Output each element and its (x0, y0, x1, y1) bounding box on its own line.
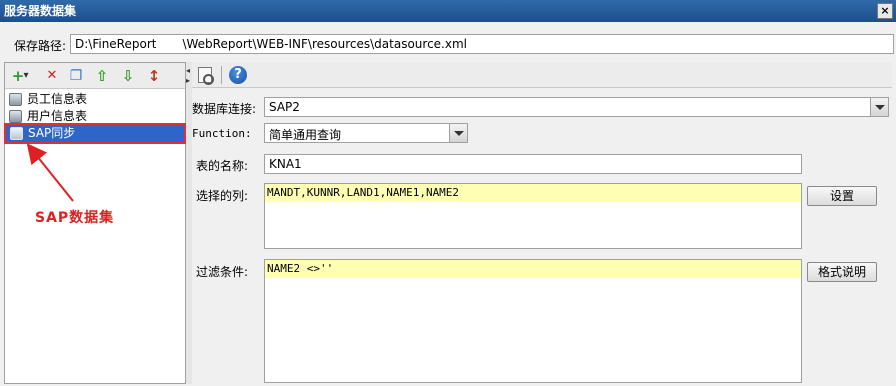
server-dataset-window: 服务器数据集 × 保存路径: D:\FineReport \WebReport\W… (0, 0, 896, 386)
dataset-icon (9, 93, 22, 106)
tree-item-employee-info[interactable]: 员工信息表 (5, 91, 185, 108)
chevron-down-icon[interactable] (449, 124, 467, 142)
redacted-region (156, 37, 183, 53)
sort-icon[interactable]: ↕ (145, 67, 163, 85)
delete-icon[interactable]: ✕ (43, 67, 61, 85)
tree-item-label: 用户信息表 (27, 109, 88, 123)
move-down-icon[interactable]: ⇩ (119, 67, 137, 85)
filter-textarea[interactable]: NAME2 <>'' (264, 259, 802, 383)
preview-icon[interactable] (198, 67, 214, 85)
chevron-down-icon[interactable] (870, 98, 888, 116)
db-connection-select[interactable]: SAP2 (264, 97, 889, 117)
tree-item-label: SAP同步 (28, 126, 76, 140)
toolbar-separator (221, 66, 222, 84)
format-help-button[interactable]: 格式说明 (807, 262, 877, 282)
annotation-label: SAP数据集 (35, 210, 115, 226)
dataset-settings-panel: ? 数据库连接: SAP2 Function: 简单通用查询 表的名称: KNA… (192, 62, 896, 386)
add-dropdown-icon[interactable]: ▾ (21, 67, 31, 85)
close-button[interactable]: × (877, 3, 893, 19)
copy-icon[interactable]: ❐ (67, 67, 85, 85)
table-name-label: 表的名称: (196, 159, 249, 173)
function-label: Function: (192, 127, 252, 140)
filter-label: 过滤条件: (196, 265, 249, 279)
annotation-arrow (26, 143, 74, 202)
save-path-value-end: \WebReport\WEB-INF\resources\datasource.… (182, 37, 467, 51)
dataset-list-panel: + ▾ ✕ ❐ ⇧ ⇩ ↕ 员工信息表 用户信息表 SAP同步 SAP数据集 (4, 62, 186, 384)
tree-item-sap-sync[interactable]: SAP同步 (4, 123, 186, 144)
help-icon[interactable]: ? (229, 66, 247, 84)
collapse-right-icon[interactable]: ▸ (186, 76, 190, 85)
columns-value: MANDT,KUNNR,LAND1,NAME1,NAME2 (265, 184, 801, 202)
window-title: 服务器数据集 (4, 4, 77, 18)
sap-dataset-icon (10, 127, 23, 140)
function-value: 简单通用查询 (269, 128, 342, 142)
db-connection-label: 数据库连接: (192, 102, 257, 116)
function-select[interactable]: 简单通用查询 (264, 123, 468, 143)
table-name-value: KNA1 (269, 157, 302, 171)
save-path-value-start: D:\FineReport (75, 37, 157, 51)
dataset-tree: 员工信息表 用户信息表 SAP同步 (4, 91, 186, 144)
title-bar: 服务器数据集 × (0, 0, 896, 22)
settings-toolbar: ? (192, 62, 892, 88)
filter-value: NAME2 <>'' (265, 260, 801, 278)
columns-textarea[interactable]: MANDT,KUNNR,LAND1,NAME1,NAME2 (264, 183, 802, 249)
tree-item-label: 员工信息表 (27, 92, 88, 106)
move-up-icon[interactable]: ⇧ (93, 67, 111, 85)
collapse-left-icon[interactable]: ◂ (186, 66, 190, 75)
save-path-input[interactable]: D:\FineReport \WebReport\WEB-INF\resource… (70, 34, 894, 54)
dataset-icon (9, 110, 22, 123)
columns-label: 选择的列: (196, 189, 249, 203)
db-connection-value: SAP2 (269, 100, 300, 114)
table-name-input[interactable]: KNA1 (264, 154, 802, 174)
tree-item-user-info[interactable]: 用户信息表 (5, 108, 185, 125)
columns-settings-button[interactable]: 设置 (807, 186, 877, 206)
dataset-toolbar: + ▾ ✕ ❐ ⇧ ⇩ ↕ (5, 63, 185, 89)
save-path-label: 保存路径: (14, 39, 67, 53)
